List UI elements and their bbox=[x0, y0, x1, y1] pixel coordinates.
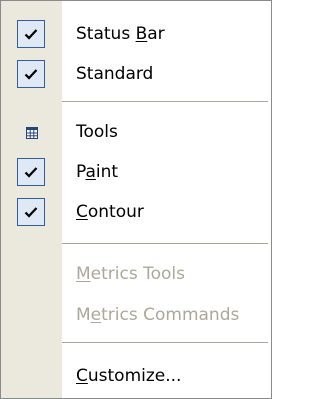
menu-separator bbox=[62, 243, 268, 244]
menu-item-label: Paint bbox=[76, 162, 119, 182]
menu-item-contour[interactable]: Contour bbox=[1, 192, 271, 232]
menu-item-label: Contour bbox=[76, 202, 144, 222]
menu-separator bbox=[62, 342, 268, 343]
menu-item-paint[interactable]: Paint bbox=[1, 152, 271, 192]
check-icon bbox=[17, 158, 45, 186]
check-icon bbox=[17, 20, 45, 48]
check-icon bbox=[17, 60, 45, 88]
menu-item-label: Tools bbox=[76, 122, 118, 142]
menu-item-label: Customize... bbox=[76, 366, 182, 386]
toolbar-grid-icon bbox=[25, 125, 39, 139]
menu-item-label: Metrics Commands bbox=[76, 305, 240, 325]
menu-item-label: Status Bar bbox=[76, 24, 165, 44]
menu-item-tools[interactable]: Tools bbox=[1, 112, 271, 152]
menu-separator bbox=[62, 101, 268, 102]
menu-item-label: Metrics Tools bbox=[76, 264, 185, 284]
toolbars-context-menu: Status Bar Standard Tools Paint Contour … bbox=[0, 0, 272, 399]
menu-item-label: Standard bbox=[76, 64, 154, 84]
menu-item-metrics-tools: Metrics Tools bbox=[1, 254, 271, 294]
menu-item-customize[interactable]: Customize... bbox=[1, 356, 271, 396]
check-icon bbox=[17, 198, 45, 226]
menu-item-status-bar[interactable]: Status Bar bbox=[1, 14, 271, 54]
menu-item-metrics-commands: Metrics Commands bbox=[1, 295, 271, 335]
menu-item-standard[interactable]: Standard bbox=[1, 54, 271, 94]
